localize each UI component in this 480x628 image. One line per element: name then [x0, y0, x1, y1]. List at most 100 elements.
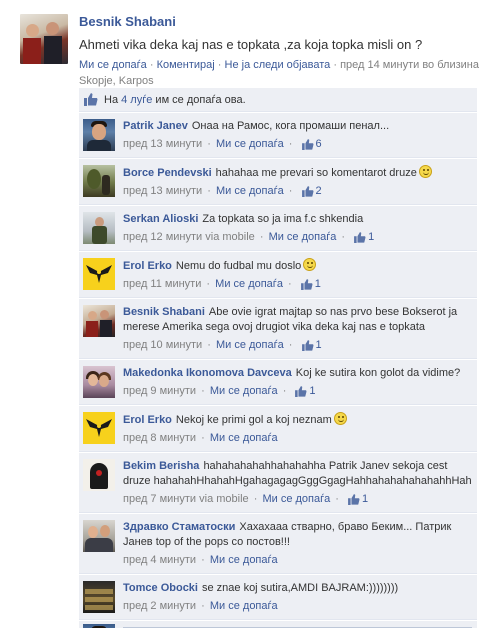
comment-meta: пред 8 минути · Ми се допаѓа	[123, 431, 473, 445]
via-mobile: via mobile	[199, 493, 249, 505]
comment-item: Erol Erko Nekoj ke primi gol a koj neznam…	[79, 405, 477, 452]
commenter-avatar[interactable]	[83, 459, 115, 491]
comment-like-link[interactable]: Ми се допаѓа	[216, 339, 284, 351]
smiley-emoticon-icon	[418, 165, 432, 178]
separator-dot: ·	[256, 231, 267, 243]
comment-like-count[interactable]: 1	[309, 385, 315, 397]
comment-text: Nekoj ke primi gol a koj neznam	[175, 414, 332, 426]
comment-timestamp: пред 12 минути	[123, 231, 203, 243]
commenter-name[interactable]: Erol Erko	[123, 260, 172, 272]
comment-like-link[interactable]: Ми се допаѓа	[216, 185, 284, 197]
separator-dot: ·	[198, 554, 208, 566]
comment-meta: пред 2 минути · Ми се допаѓа	[123, 599, 473, 613]
separator-dot: ·	[285, 339, 296, 351]
comment-like-link[interactable]: Ми се допаѓа	[210, 432, 278, 444]
separator-dot: ·	[285, 185, 296, 197]
commenter-avatar[interactable]	[83, 366, 115, 398]
comment-meta: пред 13 минути · Ми се допаѓа · 6	[123, 137, 473, 151]
comment-timestamp: пред 8 минути	[123, 432, 197, 444]
comment-list: Patrik Janev Онаа на Рамос, кога промаши …	[79, 112, 477, 620]
separator-dot: ·	[198, 432, 208, 444]
comment-item: Здравко Стаматоски Хахахааа стварно, брав…	[79, 513, 477, 574]
write-comment-row	[79, 620, 477, 628]
thumbs-up-icon[interactable]	[300, 278, 313, 290]
thumbs-up-icon[interactable]	[301, 185, 314, 197]
commenter-name[interactable]: Makedonka Ikonomova Davceva	[123, 367, 292, 379]
comment-like-link[interactable]: Ми се допаѓа	[215, 278, 283, 290]
comment-meta: пред 12 минути via mobile · Ми се допаѓа…	[123, 230, 473, 244]
comment-item: Bekim Berisha hahahahahahhahahahha Patrik…	[79, 452, 477, 513]
comment-item: Borce Pendevski hahahaa me prevari so kom…	[79, 158, 477, 205]
comment-text: Koj ke sutira kon golot da vidime?	[295, 367, 461, 379]
comment-like-count[interactable]: 6	[316, 138, 322, 150]
commenter-name[interactable]: Besnik Shabani	[123, 306, 205, 318]
commenter-name[interactable]: Tomce Obocki	[123, 582, 198, 594]
comment-like-link[interactable]: Ми се допаѓа	[269, 231, 337, 243]
separator-dot: ·	[203, 278, 214, 290]
separator-dot: ·	[198, 385, 208, 397]
thumbs-up-icon[interactable]	[301, 339, 314, 351]
commenter-name[interactable]: Borce Pendevski	[123, 167, 212, 179]
comment-like-count[interactable]: 1	[362, 493, 368, 505]
separator-dot: ·	[338, 231, 349, 243]
commenter-avatar[interactable]	[83, 520, 115, 552]
comment-like-link[interactable]: Ми се допаѓа	[262, 493, 330, 505]
comment-text: hahahaa me prevari so komentarot druze	[215, 167, 417, 179]
post-comment-link[interactable]: Коментирај	[157, 59, 215, 71]
thumbs-up-icon	[84, 93, 98, 106]
comment-like-link[interactable]: Ми се допаѓа	[210, 600, 278, 612]
commenter-name[interactable]: Bekim Berisha	[123, 460, 199, 472]
comment-like-count[interactable]: 2	[316, 185, 322, 197]
post-author-avatar[interactable]	[20, 14, 68, 64]
commenter-avatar[interactable]	[83, 305, 115, 337]
commenter-name[interactable]: Patrik Janev	[123, 120, 188, 132]
comment-item: Patrik Janev Онаа на Рамос, кога промаши …	[79, 112, 477, 158]
comment-text: Za topkata so ja ima f.c shkendia	[202, 213, 364, 225]
comment-item: Serkan Alioski Za topkata so ja ima f.c s…	[79, 205, 477, 251]
comment-meta: пред 9 минути · Ми се допаѓа · 1	[123, 384, 473, 398]
comment-meta: пред 10 минути · Ми се допаѓа · 1	[123, 338, 473, 352]
comment-like-link[interactable]: Ми се допаѓа	[210, 385, 278, 397]
post-author-name[interactable]: Besnik Shabani	[79, 14, 176, 29]
commenter-name[interactable]: Здравко Стаматоски	[123, 521, 235, 533]
comment-timestamp: пред 2 минути	[123, 600, 197, 612]
comment-timestamp: пред 9 минути	[123, 385, 197, 397]
separator-dot: ·	[284, 278, 295, 290]
via-mobile: via mobile	[205, 231, 255, 243]
commenter-avatar[interactable]	[83, 165, 115, 197]
thumbs-up-icon[interactable]	[295, 385, 307, 397]
comment-like-link[interactable]: Ми се допаѓа	[210, 554, 278, 566]
separator-dot: ·	[285, 138, 296, 150]
comment-meta: пред 4 минути · Ми се допаѓа	[123, 553, 473, 567]
comment-timestamp: пред 7 минути	[123, 493, 197, 505]
comment-text: Онаа на Рамос, кога промаши пенал...	[191, 120, 390, 132]
comment-timestamp: пред 10 минути	[123, 339, 203, 351]
comment-like-count[interactable]: 1	[316, 339, 322, 351]
commenter-avatar[interactable]	[83, 258, 115, 290]
comment-text: Nemu do fudbal mu doslo	[175, 260, 302, 272]
post-like-link[interactable]: Ми се допаѓа	[79, 59, 147, 71]
commenter-name[interactable]: Erol Erko	[123, 414, 172, 426]
commenter-avatar[interactable]	[83, 581, 115, 613]
post-text: Ahmeti vika deka kaj nas e topkata ,za k…	[79, 37, 423, 52]
comment-item: Makedonka Ikonomova Davceva Koj ke sutira…	[79, 359, 477, 405]
separator-dot: ·	[204, 138, 214, 150]
comment-timestamp: пред 13 минути	[123, 185, 203, 197]
post-unfollow-link[interactable]: Не ја следи објавата	[225, 59, 331, 71]
thumbs-up-icon[interactable]	[354, 231, 366, 243]
likes-summary: На 4 луѓе им се допаѓа ова.	[79, 88, 477, 112]
comment-item: Besnik Shabani Abe ovie igrat majtap so n…	[79, 298, 477, 359]
comment-like-count[interactable]: 1	[368, 231, 374, 243]
commenter-avatar[interactable]	[83, 412, 115, 444]
separator-dot: ·	[250, 493, 261, 505]
commenter-avatar[interactable]	[83, 119, 115, 151]
comment-like-count[interactable]: 1	[315, 278, 321, 290]
separator-dot: ·	[204, 185, 214, 197]
likers-link[interactable]: 4 луѓе	[121, 94, 152, 106]
comment-like-link[interactable]: Ми се допаѓа	[216, 138, 284, 150]
commenter-avatar[interactable]	[83, 212, 115, 244]
commenter-name[interactable]: Serkan Alioski	[123, 213, 198, 225]
comment-meta: пред 7 минути via mobile · Ми се допаѓа …	[123, 492, 473, 506]
thumbs-up-icon[interactable]	[348, 493, 360, 505]
thumbs-up-icon[interactable]	[301, 138, 314, 150]
